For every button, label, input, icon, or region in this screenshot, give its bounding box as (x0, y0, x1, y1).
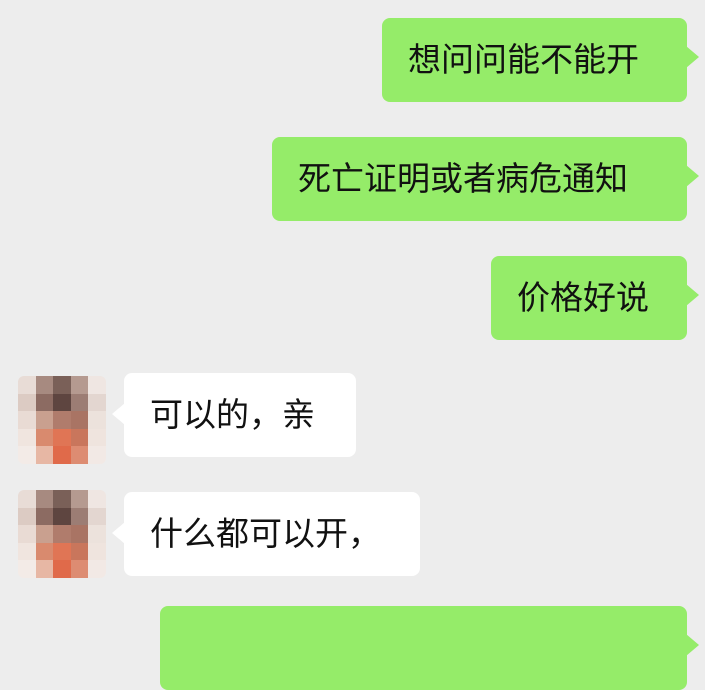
avatar-pixel (53, 376, 71, 394)
avatar-pixel (18, 446, 36, 464)
message-text: 价格好说 (517, 278, 649, 317)
avatar-pixel (18, 428, 36, 447)
avatar-pixel (53, 542, 71, 561)
avatar-pixel (18, 411, 36, 429)
avatar-pixel (88, 411, 106, 429)
avatar-pixel (53, 560, 71, 578)
avatar-pixel (18, 560, 36, 578)
avatar-pixel (35, 542, 54, 561)
avatar-pixel (18, 393, 36, 412)
avatar-pixel (53, 428, 71, 447)
avatar-pixel (70, 507, 89, 526)
message-text: 什么都可以开， (150, 514, 381, 553)
avatar-pixel (53, 393, 71, 412)
message-bubble-incoming[interactable]: 可以的，亲 (112, 373, 356, 457)
message-text: 想问问能不能开 (408, 40, 639, 79)
avatar-pixel (53, 446, 71, 464)
message-bubble-outgoing[interactable]: 想问问能不能开 (382, 18, 699, 102)
avatar-pixel (35, 393, 54, 412)
avatar-pixel (70, 393, 89, 412)
avatar-pixel (35, 560, 54, 578)
avatar-pixel (70, 490, 89, 508)
avatar-pixel (88, 525, 106, 543)
contact-avatar[interactable] (18, 376, 106, 464)
avatar-pixel (88, 560, 106, 578)
message-bubble-outgoing-partial[interactable] (160, 606, 699, 690)
avatar-pixel (88, 446, 106, 464)
message-bubble-outgoing[interactable]: 死亡证明或者病危通知 (272, 137, 699, 221)
avatar-pixel (70, 560, 89, 578)
contact-avatar[interactable] (18, 490, 106, 578)
avatar-pixel (18, 542, 36, 561)
avatar-pixel (70, 376, 89, 394)
avatar-pixel (18, 525, 36, 543)
avatar-pixel (88, 542, 106, 561)
avatar-pixel (35, 446, 54, 464)
avatar-pixel (88, 507, 106, 526)
avatar-pixel (18, 376, 36, 394)
avatar-pixel (18, 490, 36, 508)
avatar-pixel (53, 507, 71, 526)
message-bubble-incoming[interactable]: 什么都可以开， (112, 492, 420, 576)
message-text: 死亡证明或者病危通知 (298, 159, 628, 198)
chat-area: 想问问能不能开 死亡证明或者病危通知 价格好说 可以的，亲 什么都可以开， (0, 0, 705, 690)
avatar-pixel (53, 525, 71, 543)
avatar-pixel (53, 490, 71, 508)
avatar-pixel (35, 490, 54, 508)
avatar-pixel (88, 490, 106, 508)
avatar-pixel (70, 542, 89, 561)
avatar-pixel (35, 525, 54, 543)
avatar-pixel (70, 525, 89, 543)
avatar-pixel (70, 411, 89, 429)
avatar-pixel (35, 376, 54, 394)
message-text: 可以的，亲 (150, 395, 315, 434)
avatar-pixel (88, 393, 106, 412)
avatar-pixel (70, 446, 89, 464)
avatar-pixel (53, 411, 71, 429)
avatar-pixel (35, 507, 54, 526)
avatar-pixel (35, 428, 54, 447)
avatar-pixel (88, 428, 106, 447)
avatar-pixel (35, 411, 54, 429)
message-bubble-outgoing[interactable]: 价格好说 (491, 256, 699, 340)
avatar-pixel (18, 507, 36, 526)
avatar-pixel (70, 428, 89, 447)
avatar-pixel (88, 376, 106, 394)
